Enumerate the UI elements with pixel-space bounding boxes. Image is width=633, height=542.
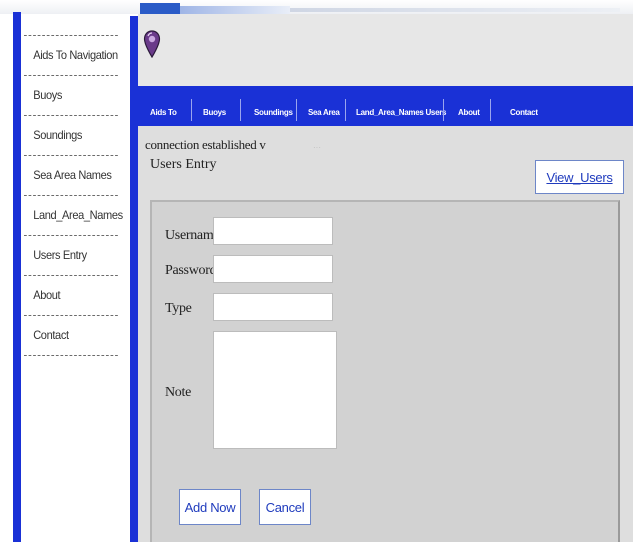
- sidebar-item-contact[interactable]: Contact: [24, 316, 118, 356]
- connection-status: connection established v: [145, 137, 266, 152]
- nav-item-aids-to[interactable]: Aids To: [150, 108, 177, 117]
- add-now-button[interactable]: Add Now: [179, 489, 241, 525]
- top-accent-fade: [180, 6, 290, 14]
- username-input[interactable]: [213, 217, 333, 245]
- top-accent: [140, 3, 180, 14]
- sidebar-item-buoys[interactable]: Buoys: [24, 76, 118, 116]
- page-title: Users Entry: [150, 157, 217, 172]
- top-nav-bar: Aids To Buoys Soundings Sea Area Land_Ar…: [138, 86, 633, 126]
- nav-separator: [443, 99, 444, 121]
- header-area: [138, 14, 633, 88]
- nav-item-land-area-names-users[interactable]: Land_Area_Names Users: [356, 108, 447, 117]
- divider-blue-bar: [130, 16, 138, 542]
- nav-item-contact[interactable]: Contact: [510, 108, 538, 117]
- sidebar-item-users-entry[interactable]: Users Entry: [24, 236, 118, 276]
- password-input[interactable]: [213, 255, 333, 283]
- nav-separator: [490, 99, 491, 121]
- nav-item-buoys[interactable]: Buoys: [203, 108, 226, 117]
- note-textarea[interactable]: [213, 331, 337, 449]
- note-label: Note: [165, 385, 192, 400]
- type-input[interactable]: [213, 293, 333, 321]
- nav-separator: [345, 99, 346, 121]
- sidebar-item-sea-area-names[interactable]: Sea Area Names: [24, 156, 118, 196]
- password-label: Password: [165, 263, 217, 278]
- sidebar-item-about[interactable]: About: [24, 276, 118, 316]
- nav-separator: [191, 99, 192, 121]
- nav-separator: [240, 99, 241, 121]
- sidebar-menu: Aids To Navigation Buoys Soundings Sea A…: [24, 35, 126, 356]
- view-users-link[interactable]: View_Users: [535, 160, 624, 194]
- map-pin-icon: [143, 30, 161, 63]
- type-label: Type: [165, 301, 192, 316]
- left-blue-bar: [13, 12, 21, 542]
- sidebar-item-aids-to-navigation[interactable]: Aids To Navigation: [24, 35, 118, 76]
- nav-item-soundings[interactable]: Soundings: [254, 108, 293, 117]
- username-label: Username: [165, 228, 220, 243]
- nav-item-sea-area[interactable]: Sea Area: [308, 108, 340, 117]
- status-artifact: ···: [313, 143, 321, 152]
- nav-separator: [296, 99, 297, 121]
- top-line: [290, 8, 620, 12]
- sidebar-item-soundings[interactable]: Soundings: [24, 116, 118, 156]
- cancel-button[interactable]: Cancel: [259, 489, 311, 525]
- nav-item-about[interactable]: About: [458, 108, 480, 117]
- sidebar-item-land-area-names[interactable]: Land_Area_Names: [24, 196, 123, 236]
